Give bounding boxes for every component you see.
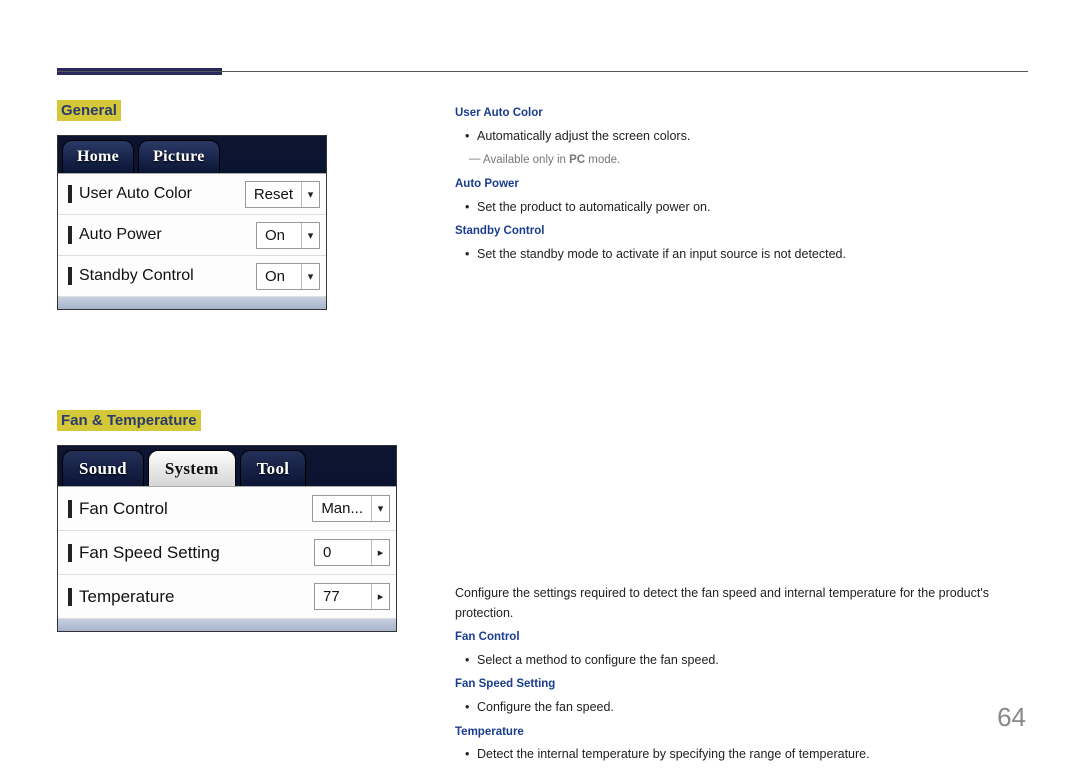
row-user-auto-color: User Auto Color Reset ▾: [58, 174, 326, 215]
heading-fan-control: Fan Control: [455, 629, 1030, 647]
row-fan-speed-setting: Fan Speed Setting 0 ▸: [58, 531, 396, 575]
page-number: 64: [997, 702, 1026, 733]
chevron-right-icon: ▸: [371, 584, 389, 609]
note-suffix: mode.: [585, 154, 620, 166]
dropdown-value: On: [257, 227, 301, 244]
heading-standby-control: Standby Control: [455, 223, 1030, 241]
list-fan-speed-setting: Configure the fan speed.: [455, 698, 1030, 717]
chevron-down-icon: ▾: [371, 496, 389, 521]
heading-auto-power: Auto Power: [455, 176, 1030, 194]
row-marker: [68, 226, 72, 244]
fan-description-block: Configure the settings required to detec…: [455, 584, 1030, 764]
row-marker: [68, 500, 72, 518]
list-item: Detect the internal temperature by speci…: [455, 745, 1030, 764]
row-marker: [68, 185, 72, 203]
row-fan-control: Fan Control Man... ▾: [58, 487, 396, 531]
row-label: Temperature: [79, 587, 314, 607]
row-temperature: Temperature 77 ▸: [58, 575, 396, 619]
note-bold: PC: [569, 154, 585, 166]
list-standby-control: Set the standby mode to activate if an i…: [455, 245, 1030, 264]
row-label: Fan Speed Setting: [79, 543, 314, 563]
list-item: Set the standby mode to activate if an i…: [455, 245, 1030, 264]
list-item: Select a method to configure the fan spe…: [455, 651, 1030, 670]
general-ui-panel: Home Picture User Auto Color Reset ▾ Aut…: [57, 135, 327, 310]
tab-picture[interactable]: Picture: [138, 140, 220, 173]
row-label: Fan Control: [79, 499, 312, 519]
row-marker: [68, 588, 72, 606]
dropdown-value: On: [257, 268, 301, 285]
heading-user-auto-color: User Auto Color: [455, 105, 1030, 123]
row-standby-control: Standby Control On ▾: [58, 256, 326, 297]
left-column: General Home Picture User Auto Color Res…: [57, 100, 397, 632]
list-auto-power: Set the product to automatically power o…: [455, 198, 1030, 217]
stepper-value: 0: [315, 544, 371, 561]
dropdown-value: Man...: [313, 500, 371, 517]
row-label: Standby Control: [79, 267, 256, 285]
stepper-fan-speed[interactable]: 0 ▸: [314, 539, 390, 566]
dropdown-auto-power[interactable]: On ▾: [256, 222, 320, 249]
general-rows: User Auto Color Reset ▾ Auto Power On ▾ …: [58, 173, 326, 297]
tab-home[interactable]: Home: [62, 140, 134, 173]
list-item: Automatically adjust the screen colors.: [455, 127, 1030, 146]
fan-intro: Configure the settings required to detec…: [455, 584, 1030, 623]
general-tabs: Home Picture: [58, 136, 326, 173]
note-prefix: Available only in: [483, 154, 569, 166]
note-pc-mode: Available only in PC mode.: [455, 152, 1030, 170]
tab-system[interactable]: System: [148, 450, 236, 486]
right-column: User Auto Color Automatically adjust the…: [455, 100, 1030, 771]
list-user-auto-color: Automatically adjust the screen colors.: [455, 127, 1030, 146]
chevron-down-icon: ▾: [301, 264, 319, 289]
fan-rows: Fan Control Man... ▾ Fan Speed Setting 0…: [58, 486, 396, 619]
list-fan-control: Select a method to configure the fan spe…: [455, 651, 1030, 670]
heading-fan-speed-setting: Fan Speed Setting: [455, 676, 1030, 694]
chevron-right-icon: ▸: [371, 540, 389, 565]
tab-sound[interactable]: Sound: [62, 450, 144, 486]
dropdown-value: Reset: [246, 186, 301, 203]
list-item: Set the product to automatically power o…: [455, 198, 1030, 217]
list-item: Configure the fan speed.: [455, 698, 1030, 717]
chevron-down-icon: ▾: [301, 182, 319, 207]
header-rule: [57, 71, 1028, 72]
heading-temperature: Temperature: [455, 724, 1030, 742]
fan-ui-panel: Sound System Tool Fan Control Man... ▾ F…: [57, 445, 397, 632]
row-auto-power: Auto Power On ▾: [58, 215, 326, 256]
section-title-general: General: [57, 100, 121, 121]
stepper-value: 77: [315, 588, 371, 605]
row-marker: [68, 544, 72, 562]
stepper-temperature[interactable]: 77 ▸: [314, 583, 390, 610]
dropdown-fan-control[interactable]: Man... ▾: [312, 495, 390, 522]
dropdown-user-auto-color[interactable]: Reset ▾: [245, 181, 320, 208]
panel-bottom-gap: [58, 297, 326, 309]
row-label: Auto Power: [79, 226, 256, 244]
fan-tabs: Sound System Tool: [58, 446, 396, 486]
panel-bottom-gap: [58, 619, 396, 631]
row-marker: [68, 267, 72, 285]
list-temperature: Detect the internal temperature by speci…: [455, 745, 1030, 764]
row-label: User Auto Color: [79, 185, 245, 203]
chevron-down-icon: ▾: [301, 223, 319, 248]
dropdown-standby-control[interactable]: On ▾: [256, 263, 320, 290]
tab-tool[interactable]: Tool: [240, 450, 307, 486]
section-title-fan: Fan & Temperature: [57, 410, 201, 431]
